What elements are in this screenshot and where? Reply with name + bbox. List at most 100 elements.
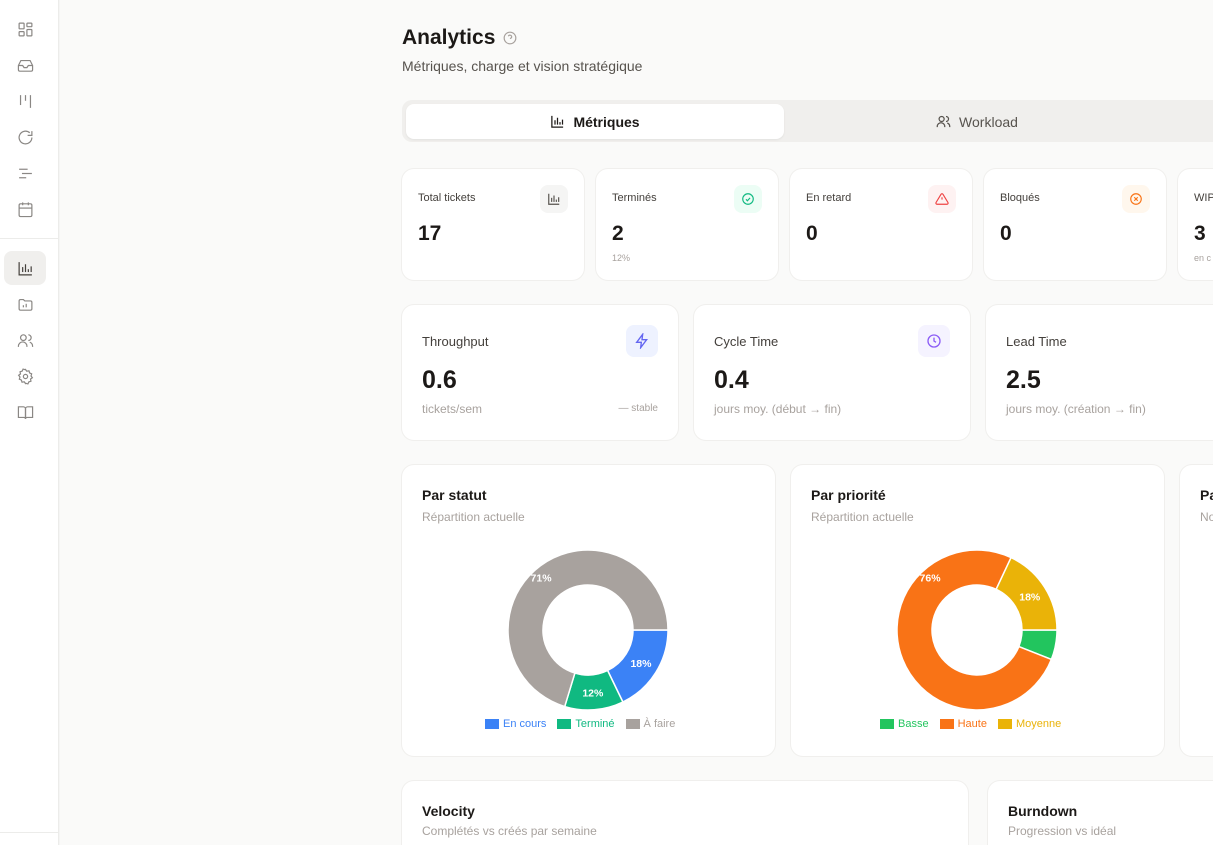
grid-icon: [18, 22, 32, 36]
flow-label: Cycle Time: [714, 334, 779, 349]
donut-data-label: 18%: [1019, 592, 1041, 604]
stat-sub: 12%: [612, 253, 631, 263]
legend-label: Terminé: [575, 718, 615, 730]
flow-label: Lead Time: [1006, 334, 1067, 349]
legend-swatch: [625, 719, 640, 729]
stat-value: 3: [1194, 222, 1206, 245]
calendar-icon: [18, 201, 32, 217]
sidebar-item-reports[interactable]: [4, 287, 46, 321]
donut-data-label: 12%: [582, 687, 604, 699]
analytics-tabs: Métriques Workload: [402, 100, 1213, 142]
bar-chart-icon: [551, 115, 564, 128]
check-circle-icon: [734, 185, 762, 213]
clock-icon: [918, 325, 950, 357]
stat-label: Terminés: [612, 192, 657, 204]
x-circle-icon: [1122, 185, 1150, 213]
flow-value: 2.5: [1006, 366, 1041, 394]
book-icon: [17, 405, 33, 419]
donut-chart-statut: 18% 12% 71%: [507, 549, 669, 711]
sidebar-divider: [0, 238, 59, 239]
chart-subtitle: Répartition actuelle: [811, 510, 914, 524]
burndown-title: Burndown: [1008, 803, 1078, 819]
stat-card-en-retard: En retard 0: [790, 169, 972, 280]
flow-sub: jours moy. (début → fin): [714, 402, 842, 416]
chart-title: Par priorité: [811, 487, 886, 503]
flow-trend: — stable: [618, 403, 658, 414]
legend-swatch: [485, 719, 499, 729]
tab-label: Métriques: [573, 113, 640, 130]
legend-swatch: [880, 719, 894, 729]
burndown-subtitle: Progression vs idéal: [1008, 824, 1117, 838]
stat-value: 0: [806, 222, 818, 245]
gear-icon: [17, 367, 33, 385]
stat-value: 0: [1000, 222, 1012, 245]
stat-card-bloques: Bloqués 0: [984, 169, 1166, 280]
main-content: Analytics Métriques, charge et vision st…: [60, 0, 1213, 845]
burndown-card: Burndown Progression vs idéal: [988, 781, 1213, 845]
chart-subtitle: Répartition actuelle: [422, 510, 525, 524]
sidebar-item-settings[interactable]: [4, 359, 46, 393]
flow-sub: jours moy. (création → fin): [1006, 402, 1146, 416]
users-icon: [17, 333, 33, 347]
help-circle-icon[interactable]: [503, 31, 517, 45]
page-subtitle: Métriques, charge et vision stratégique: [402, 58, 643, 74]
stat-sub: en c: [1194, 253, 1212, 263]
alert-triangle-icon: [928, 185, 956, 213]
users-icon: [936, 115, 951, 128]
chart-card-par-statut: Par statut Répartition actuelle 18% 12% 71…: [402, 465, 775, 756]
legend-item[interactable]: En cours: [485, 718, 546, 730]
legend-item[interactable]: Haute: [939, 718, 987, 730]
sidebar-item-dashboard[interactable]: [4, 12, 46, 46]
velocity-subtitle: Complétés vs créés par semaine: [422, 824, 597, 838]
legend-item[interactable]: Terminé: [557, 718, 615, 730]
legend-swatch: [557, 719, 572, 729]
stat-label: Total tickets: [418, 192, 476, 204]
list-icon: [18, 168, 32, 178]
kanban-icon: [19, 94, 31, 108]
legend-label: Moyenne: [1015, 718, 1062, 730]
sidebar-item-docs[interactable]: [4, 395, 46, 429]
sidebar-item-board[interactable]: [4, 84, 46, 118]
stat-card-termines: Terminés 2 12%: [596, 169, 778, 280]
legend-label: Haute: [957, 718, 987, 730]
flow-value: 0.6: [422, 366, 457, 394]
page-title: Analytics: [402, 26, 496, 49]
sidebar: [0, 0, 59, 845]
flow-value: 0.4: [714, 366, 749, 394]
chart-legend: Basse Haute Moyenne: [880, 718, 1061, 730]
donut-chart-priorite: 76% 18%: [896, 549, 1058, 711]
tab-label: Workload: [959, 113, 1018, 130]
chart-title: Pa: [1200, 487, 1213, 503]
chart-card-partial: Pa No: [1180, 465, 1213, 756]
stat-value: 2: [612, 222, 624, 245]
legend-item[interactable]: Basse: [880, 718, 929, 730]
tab-workload[interactable]: Workload: [788, 104, 1166, 139]
legend-label: Basse: [898, 718, 929, 730]
stat-label: WIP: [1194, 192, 1213, 204]
page-title-row: Analytics: [402, 26, 517, 50]
sidebar-item-team[interactable]: [4, 323, 46, 357]
legend-label: À faire: [643, 718, 676, 730]
sidebar-item-inbox[interactable]: [4, 48, 46, 82]
tab-metriques[interactable]: Métriques: [406, 104, 784, 139]
chart-legend: En cours Terminé À faire: [485, 718, 675, 730]
sidebar-item-calendar[interactable]: [4, 192, 46, 226]
sidebar-item-analytics[interactable]: [4, 251, 46, 285]
chart-card-par-priorite: Par priorité Répartition actuelle 76% 18%…: [791, 465, 1164, 756]
stat-value: 17: [418, 222, 442, 245]
bar-chart-icon: [18, 261, 32, 275]
donut-data-label: 71%: [531, 572, 553, 584]
legend-item[interactable]: À faire: [625, 718, 676, 730]
refresh-icon: [18, 130, 32, 144]
flow-label: Throughput: [422, 334, 489, 349]
flow-sub: tickets/sem: [422, 402, 483, 416]
donut-data-label: 18%: [630, 658, 652, 670]
sidebar-item-timeline[interactable]: [4, 156, 46, 190]
stat-label: En retard: [806, 192, 852, 204]
bar-chart-icon: [540, 185, 568, 213]
folder-chart-icon: [18, 298, 32, 311]
sidebar-item-cycles[interactable]: [4, 120, 46, 154]
flow-card-throughput: Throughput 0.6 tickets/sem — stable: [402, 305, 678, 440]
lightning-icon: [626, 325, 658, 357]
legend-item[interactable]: Moyenne: [997, 718, 1062, 730]
